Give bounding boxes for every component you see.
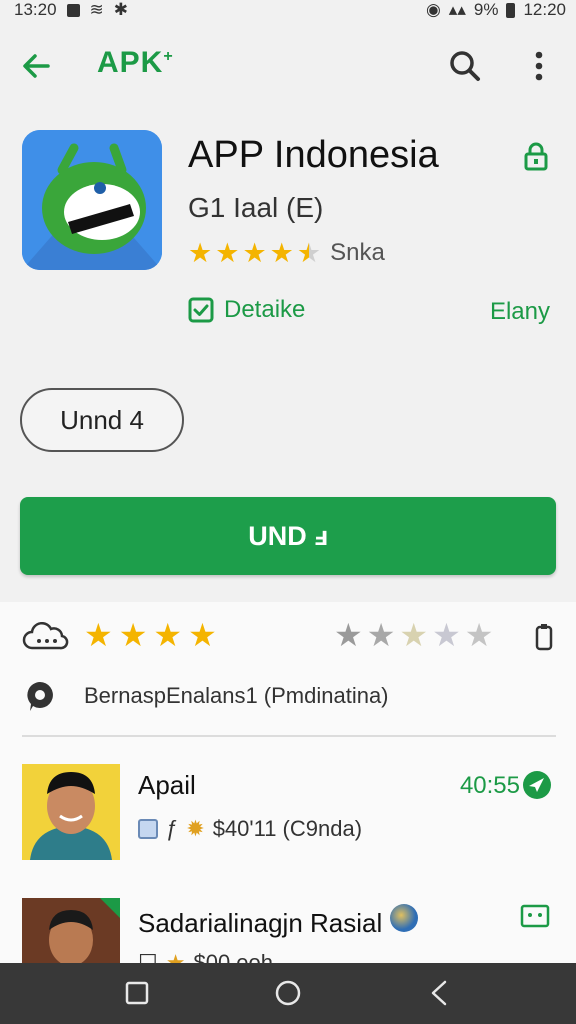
reviews-section: ★ ★ ★ ★ ★ ★ ★ ★ ★ BernaspEnalans1 (Pmdin… bbox=[0, 602, 576, 994]
install-button[interactable]: UND ⅎ bbox=[20, 497, 556, 575]
lock-icon bbox=[524, 142, 548, 171]
star-icon: ★ bbox=[269, 238, 294, 268]
chat-bubble-icon bbox=[27, 682, 53, 711]
tools-icon: ✱ bbox=[113, 0, 129, 19]
back-nav-icon[interactable] bbox=[424, 977, 456, 1009]
send-icon[interactable] bbox=[522, 770, 552, 800]
more-vert-icon bbox=[535, 51, 543, 81]
back-button[interactable] bbox=[18, 46, 58, 86]
item-meta: ƒ ✹ $40'11 (C9nda) bbox=[138, 816, 362, 842]
rating-stars-left[interactable]: ★ ★ ★ ★ bbox=[84, 617, 217, 653]
star-icon: ★ bbox=[188, 238, 213, 268]
lock-button[interactable] bbox=[520, 140, 552, 172]
item-time: 40:55 bbox=[459, 772, 520, 799]
status-clock-right: 12:20 bbox=[523, 0, 566, 19]
battery-percent: 9% bbox=[473, 0, 499, 19]
right-link[interactable]: Elany bbox=[490, 298, 550, 326]
pin-icon: ƒ bbox=[166, 816, 179, 841]
star-icon: ★ bbox=[215, 238, 240, 268]
star-icon: ★ bbox=[432, 617, 461, 653]
details-label: Detaike bbox=[224, 296, 306, 323]
status-time: 13:20 bbox=[14, 0, 57, 19]
system-nav-bar bbox=[0, 963, 576, 1024]
rating-summary-row: ★ ★ ★ ★ ★ ★ ★ ★ ★ bbox=[22, 618, 556, 658]
sun-icon: ✹ bbox=[186, 816, 205, 841]
android-logo-icon bbox=[22, 130, 162, 270]
check-badge-icon bbox=[138, 819, 158, 839]
app-bar-title-text: APK bbox=[97, 46, 164, 79]
secondary-pill-button[interactable]: Unnd 4 bbox=[20, 388, 184, 452]
app-bar-title-mark: + bbox=[163, 48, 174, 65]
avatar bbox=[22, 764, 120, 860]
more-options-button[interactable] bbox=[524, 46, 554, 86]
clipboard-icon bbox=[535, 624, 553, 651]
app-icon bbox=[22, 130, 162, 270]
checkbox-checked-icon bbox=[188, 297, 214, 323]
star-icon: ★ bbox=[84, 617, 113, 653]
rating-label: Snka bbox=[330, 239, 385, 266]
notification-icon bbox=[66, 3, 80, 17]
star-icon: ★ bbox=[399, 617, 429, 653]
user-avatar-icon bbox=[22, 764, 120, 860]
details-toggle[interactable]: Detaike bbox=[188, 296, 305, 324]
battery-icon bbox=[506, 2, 516, 18]
home-icon[interactable] bbox=[272, 977, 304, 1009]
list-item[interactable]: Apail ƒ ✹ $40'11 (C9nda) 40:55 bbox=[22, 764, 556, 864]
star-icon: ★ bbox=[366, 617, 396, 653]
search-icon bbox=[450, 51, 480, 81]
app-rating: ★ ★ ★ ★ ★ Snka bbox=[188, 238, 385, 268]
item-meta-text: $40'11 (C9nda) bbox=[212, 816, 363, 841]
alarm-icon: ◉ bbox=[425, 0, 441, 19]
comment-text: BernaspEnalans1 (Pmdinatina) bbox=[84, 683, 389, 708]
recents-icon[interactable] bbox=[121, 977, 153, 1009]
star-icon: ★ bbox=[242, 238, 267, 268]
star-icon: ★ bbox=[334, 617, 363, 653]
half-star-icon: ★ bbox=[296, 238, 322, 268]
status-bar: 13:20 ≋ ✱ ◉ ▴▴ 9% 12:20 bbox=[0, 0, 576, 20]
card-icon[interactable] bbox=[520, 904, 550, 928]
comment-row[interactable]: BernaspEnalans1 (Pmdinatina) bbox=[22, 676, 556, 716]
app-name: APP Indonesia bbox=[188, 134, 439, 176]
star-icon: ★ bbox=[118, 617, 148, 653]
star-icon: ★ bbox=[464, 617, 494, 653]
developer-name: G1 Iaal (E) bbox=[188, 192, 324, 223]
app-bar-title: APK+ bbox=[97, 46, 174, 80]
back-arrow-icon bbox=[23, 54, 50, 78]
star-icon: ★ bbox=[188, 617, 217, 653]
cloud-icon bbox=[22, 622, 69, 650]
wifi-icon: ≋ bbox=[89, 0, 104, 19]
item-name: Apail bbox=[138, 770, 196, 800]
item-name: Sadarialinagjn Rasial bbox=[138, 904, 418, 939]
divider bbox=[22, 735, 556, 737]
rating-stars-right[interactable]: ★ ★ ★ ★ ★ bbox=[334, 617, 494, 653]
item-name-text: Sadarialinagjn Rasial bbox=[138, 908, 383, 938]
star-icon: ★ bbox=[153, 617, 183, 653]
signal-icon: ▴▴ bbox=[448, 0, 466, 19]
globe-icon bbox=[389, 904, 418, 932]
app-bar: APK+ bbox=[0, 36, 576, 96]
search-button[interactable] bbox=[445, 46, 485, 86]
